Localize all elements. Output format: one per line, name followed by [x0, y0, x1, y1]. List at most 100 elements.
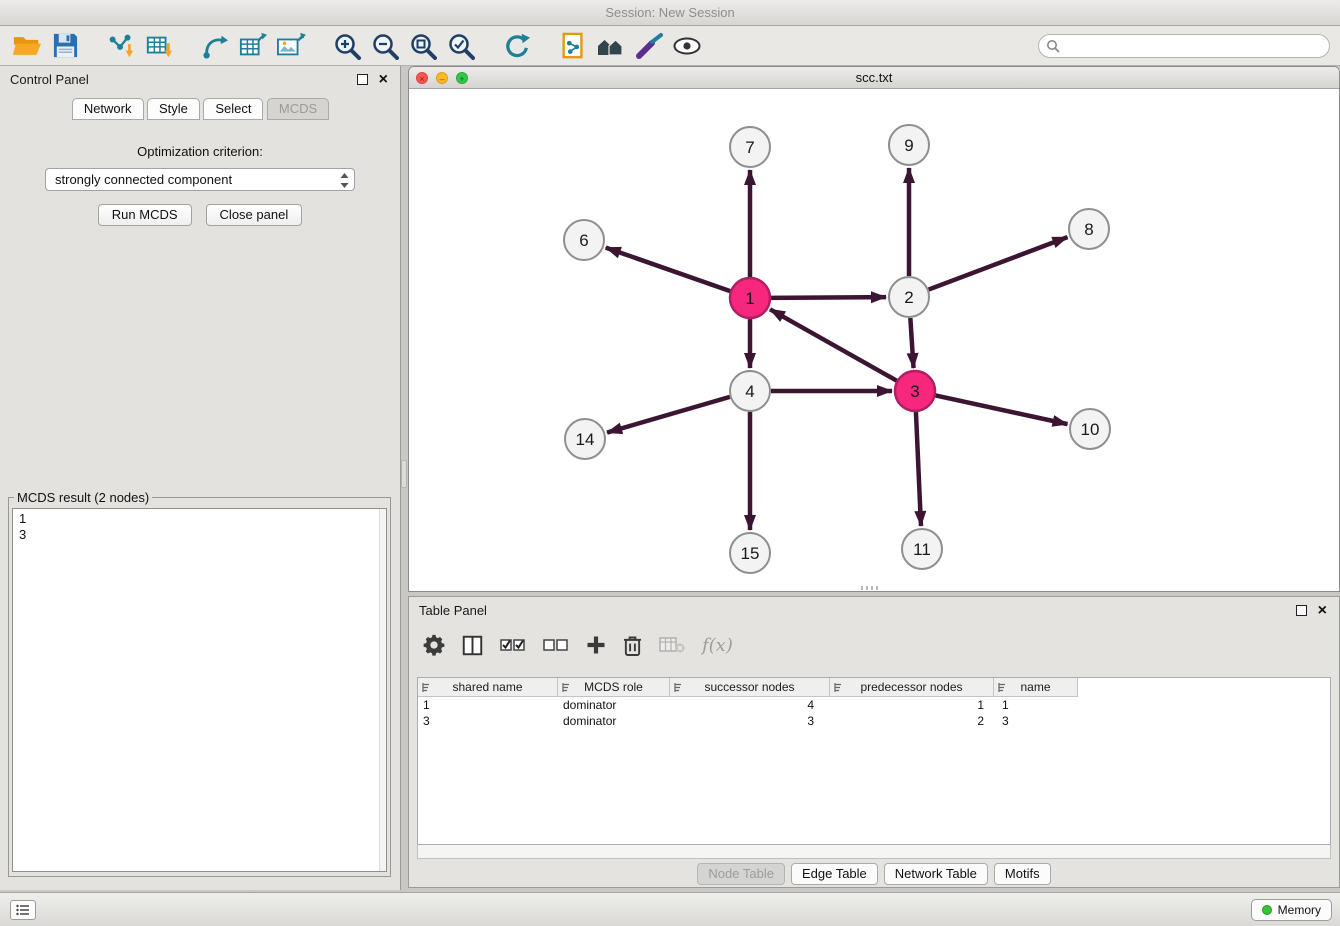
network-view-window: × – + scc.txt 7 9 6 8 1 2 4 3 14 10 15 11	[408, 66, 1340, 592]
memory-button[interactable]: Memory	[1251, 899, 1332, 921]
close-window-icon[interactable]: ×	[416, 72, 428, 84]
graph-edge-3-11[interactable]	[916, 412, 921, 526]
graph-edge-3-10[interactable]	[936, 395, 1068, 424]
cell-mcds-role[interactable]: dominator	[558, 714, 670, 728]
graph-node-14[interactable]: 14	[565, 419, 605, 459]
graph-edge-1-2[interactable]	[771, 297, 886, 298]
delete-table-icon	[659, 636, 685, 654]
zoom-selected-button[interactable]	[442, 28, 480, 64]
export-table-icon	[239, 32, 267, 60]
graph-node-3[interactable]: 3	[895, 371, 935, 411]
eye-icon	[673, 36, 701, 56]
open-session-button[interactable]	[8, 28, 46, 64]
column-header-mcds-role[interactable]: MCDS role	[558, 678, 670, 697]
show-columns-button[interactable]	[462, 635, 483, 656]
float-panel-icon[interactable]	[357, 74, 368, 85]
mcds-result-list[interactable]: 1 3	[12, 508, 387, 872]
select-all-button[interactable]	[500, 637, 526, 653]
tab-edge-table[interactable]: Edge Table	[791, 863, 878, 885]
add-column-button[interactable]	[586, 635, 606, 655]
graph-edge-2-3[interactable]	[910, 318, 913, 368]
cell-shared-name[interactable]: 3	[418, 714, 558, 728]
close-panel-button[interactable]: Close panel	[206, 204, 303, 226]
table-row[interactable]: 3 dominator 3 2 3	[418, 713, 1330, 729]
zoom-out-button[interactable]	[366, 28, 404, 64]
search-input[interactable]	[1038, 34, 1330, 58]
zoom-in-icon	[333, 32, 361, 60]
maximize-window-icon[interactable]: +	[456, 72, 468, 84]
zoom-in-button[interactable]	[328, 28, 366, 64]
tab-node-table[interactable]: Node Table	[697, 863, 785, 885]
column-header-predecessor-nodes[interactable]: predecessor nodes	[830, 678, 994, 697]
search-field-wrap	[1038, 34, 1330, 58]
cell-predecessor-nodes[interactable]: 2	[830, 714, 994, 728]
minimize-window-icon[interactable]: –	[436, 72, 448, 84]
table-settings-button[interactable]	[423, 634, 445, 656]
tab-motifs[interactable]: Motifs	[994, 863, 1051, 885]
close-panel-icon[interactable]: ×	[379, 70, 388, 90]
import-network-button[interactable]	[102, 28, 140, 64]
main-toolbar	[0, 26, 1340, 66]
export-image-button[interactable]	[272, 28, 310, 64]
clear-selection-button[interactable]	[543, 637, 569, 653]
graph-edge-2-8[interactable]	[929, 237, 1068, 289]
refresh-button[interactable]	[498, 28, 536, 64]
show-hide-button[interactable]	[668, 28, 706, 64]
mcds-result-scrollbar[interactable]	[379, 509, 386, 871]
graph-node-8[interactable]: 8	[1069, 209, 1109, 249]
mcds-buttons-row: Run MCDS Close panel	[0, 204, 400, 226]
export-table-button[interactable]	[234, 28, 272, 64]
panel-list-button[interactable]	[10, 900, 36, 920]
table-row[interactable]: 1 dominator 4 1 1	[418, 697, 1330, 713]
table-horizontal-scrollbar[interactable]	[417, 845, 1331, 859]
column-header-shared-name[interactable]: shared name	[418, 678, 558, 697]
tab-mcds[interactable]: MCDS	[267, 98, 329, 120]
cell-predecessor-nodes[interactable]: 1	[830, 698, 994, 712]
cell-successor-nodes[interactable]: 4	[670, 698, 830, 712]
cell-name[interactable]: 1	[994, 698, 1078, 712]
delete-column-button[interactable]	[623, 634, 642, 657]
cell-mcds-role[interactable]: dominator	[558, 698, 670, 712]
graph-node-6[interactable]: 6	[564, 220, 604, 260]
cell-name[interactable]: 3	[994, 714, 1078, 728]
trash-icon	[623, 634, 642, 657]
graph-node-15[interactable]: 15	[730, 533, 770, 573]
graph-node-7[interactable]: 7	[730, 127, 770, 167]
svg-text:3: 3	[910, 382, 919, 401]
tab-network-table[interactable]: Network Table	[884, 863, 988, 885]
tab-network[interactable]: Network	[72, 98, 144, 120]
graph-node-11[interactable]: 11	[902, 529, 942, 569]
network-window-titlebar[interactable]: × – + scc.txt	[409, 67, 1339, 89]
save-session-button[interactable]	[46, 28, 84, 64]
home-pair-button[interactable]	[592, 28, 630, 64]
graph-node-2[interactable]: 2	[889, 277, 929, 317]
network-canvas[interactable]: 7 9 6 8 1 2 4 3 14 10 15 11	[409, 89, 1339, 591]
style-brush-button[interactable]	[630, 28, 668, 64]
cell-shared-name[interactable]: 1	[418, 698, 558, 712]
graph-node-10[interactable]: 10	[1070, 409, 1110, 449]
window-resize-handle[interactable]	[861, 586, 879, 590]
close-table-panel-icon[interactable]: ×	[1318, 601, 1327, 621]
column-header-successor-nodes[interactable]: successor nodes	[670, 678, 830, 697]
graph-node-4[interactable]: 4	[730, 371, 770, 411]
network-arrows-button[interactable]	[196, 28, 234, 64]
tab-select[interactable]: Select	[203, 98, 263, 120]
graph-edge-4-14[interactable]	[607, 397, 730, 433]
cell-successor-nodes[interactable]: 3	[670, 714, 830, 728]
dropdown-stepper-icon	[340, 173, 349, 188]
graph-node-1[interactable]: 1	[730, 278, 770, 318]
panel-splitter-grip[interactable]	[401, 460, 407, 488]
svg-text:8: 8	[1084, 220, 1093, 239]
import-table-button[interactable]	[140, 28, 178, 64]
document-network-button[interactable]	[554, 28, 592, 64]
float-table-panel-icon[interactable]	[1296, 605, 1307, 616]
zoom-fit-button[interactable]	[404, 28, 442, 64]
criterion-dropdown[interactable]: strongly connected component	[45, 168, 355, 191]
column-header-name[interactable]: name	[994, 678, 1078, 697]
graph-edge-3-1[interactable]	[770, 309, 897, 380]
graph-edge-1-6[interactable]	[606, 248, 730, 291]
graph-node-9[interactable]: 9	[889, 125, 929, 165]
run-mcds-button[interactable]: Run MCDS	[98, 204, 192, 226]
window-titlebar[interactable]: Session: New Session	[0, 0, 1340, 26]
tab-style[interactable]: Style	[147, 98, 200, 120]
